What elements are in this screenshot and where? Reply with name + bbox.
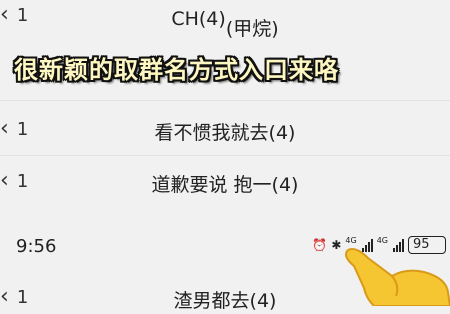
overlay-caption: 很新颖的取群名方式入口来咯 <box>14 56 339 84</box>
chat-title: CH(4)(甲烷) <box>0 4 450 40</box>
chat-title-main: CH(4) <box>171 8 226 30</box>
divider <box>0 100 450 101</box>
divider <box>0 155 450 156</box>
pointing-hand-icon <box>345 248 450 306</box>
chat-header-row-2: ‹ 1 看不惯我就去(4) <box>0 110 450 150</box>
status-time: 9:56 <box>16 236 57 257</box>
network-label: 4G <box>345 235 357 245</box>
network-label: 4G <box>376 235 388 245</box>
chat-header-row-3: ‹ 1 道歉要说 抱一(4) <box>0 162 450 202</box>
chat-header-row-1: ‹ 1 CH(4)(甲烷) <box>0 0 450 41</box>
alarm-icon: ⏰ <box>312 238 328 252</box>
chat-title: 道歉要说 抱一(4) <box>151 174 299 196</box>
chat-title: 看不惯我就去(4) <box>154 122 296 144</box>
chat-title-sub: (甲烷) <box>225 18 279 40</box>
